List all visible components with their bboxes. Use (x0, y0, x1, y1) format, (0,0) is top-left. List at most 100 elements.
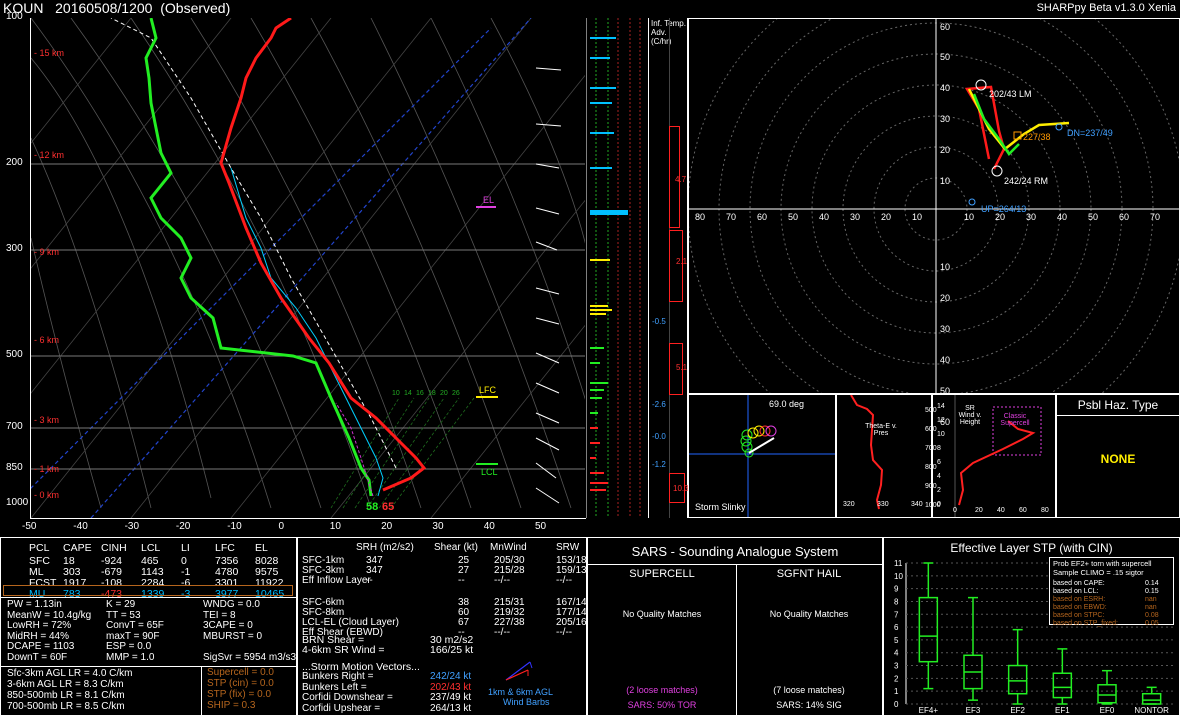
stp-y-tick: 8 (894, 597, 899, 606)
hodo-ring-label: 30 (1026, 212, 1037, 222)
thermo-cell: 1143 (141, 566, 164, 578)
thermo-index: MidRH = 44% (7, 630, 69, 642)
stp-legend-label: based on STP_fixed: (1053, 620, 1118, 627)
temperature-label: -50 (22, 521, 37, 532)
sfc-temperature: 65 (382, 501, 395, 513)
temperature-label: 40 (483, 521, 495, 532)
stp-box-ef0 (1097, 669, 1117, 705)
stp-box-ef4plus (918, 562, 939, 690)
sfc-dewpoint: 58 (366, 501, 379, 513)
hodo-ring-label: 40 (1057, 212, 1068, 222)
adv-value-8: 10.3 (673, 484, 689, 493)
isotherms (31, 18, 585, 518)
hodo-ring-label: 40 (819, 212, 830, 222)
hodo-ring-label: 10 (964, 212, 975, 222)
composite-index: Supercell = 0.0 (207, 667, 274, 678)
kin-cell: --/-- (494, 627, 511, 638)
motion-value: 237/49 kt (430, 692, 472, 703)
stp-category-label: NONTOR (1134, 706, 1169, 715)
dn-label: DN=237/49 (1067, 128, 1113, 138)
pressure-label: 200 (6, 157, 23, 168)
stp-legend-value: 0.14 (1145, 580, 1159, 587)
wind-barbs (535, 67, 562, 504)
sars-supercell-title: SUPERCELL (629, 568, 695, 580)
hodo-ring-label: 40 (940, 83, 951, 93)
barbs-caption-1: 1km & 6km AGL (488, 687, 554, 697)
srwind-title: SR Wind v. Height (958, 405, 982, 426)
lcl-label: LCL (481, 467, 498, 477)
height-label: - 12 km (34, 150, 65, 160)
hodo-ring-label: 30 (940, 324, 951, 334)
hazard-value: NONE (1100, 452, 1136, 466)
stp-legend-label: based on STPC: (1053, 612, 1105, 619)
thermo-cell: 7356 (215, 555, 239, 567)
adv-value-7: -1.2 (652, 460, 666, 469)
hodo-ring-label: 50 (1088, 212, 1099, 222)
composite-index: STP (fix) = 0.0 (207, 689, 272, 700)
hodo-ring-label: 20 (881, 212, 892, 222)
stp-box-ef2 (1007, 628, 1028, 705)
stp-category-label: EF3 (966, 706, 981, 715)
hodo-ring-label: 30 (850, 212, 861, 222)
slinky-title: Storm Slinky (695, 502, 746, 512)
skewt-diagram[interactable] (31, 18, 585, 518)
stp-y-tick: 6 (894, 623, 899, 632)
srwind-x-label: 0 (953, 507, 957, 514)
theta-x-label: 320 (843, 501, 855, 508)
classic-supercell-label: Classic Supercell (1000, 413, 1030, 427)
hodo-ring-label: 50 (788, 212, 799, 222)
height-label: - 0 km (34, 490, 60, 500)
el-label: EL (483, 195, 495, 205)
adv-value-2: 2.1 (676, 257, 688, 266)
stp-box-nontor (1141, 686, 1162, 705)
stp-legend-label: based on CAPE: (1053, 580, 1105, 587)
mixing-label: 26 (452, 390, 460, 397)
srwind46-value: 166/25 kt (430, 644, 474, 656)
kin-cell: --/-- (556, 627, 573, 638)
wetbulb-trace (230, 167, 384, 497)
skewt-xaxis (30, 518, 586, 519)
pressure-label: 1000 (6, 497, 29, 508)
theta-x-label: 330 (877, 501, 889, 508)
kin-header: MnWind (490, 542, 527, 553)
stp-category-label: EF0 (1100, 706, 1115, 715)
temperature-label: -40 (73, 521, 88, 532)
temperature-label: 20 (381, 521, 393, 532)
lapse-rate: 3-6km AGL LR = 8.3 C/km (7, 679, 124, 690)
obs-type: (Observed) (160, 0, 231, 16)
thermo-header: LI (181, 542, 190, 554)
adv-value-6: -0.0 (652, 432, 666, 441)
thermo-header: LCL (141, 542, 161, 554)
sars-title: SARS - Sounding Analogue System (631, 544, 839, 559)
temperature-label: -20 (175, 521, 191, 532)
wind-speed-column (586, 18, 641, 518)
adv-value-1: 4.7 (675, 175, 687, 184)
hodo-ring-label: 20 (940, 293, 951, 303)
stp-y-tick: 11 (894, 559, 903, 568)
mixing-label: 20 (440, 390, 448, 397)
stp-box-ef3 (963, 596, 983, 701)
srwind-y-label: 6 (937, 459, 941, 466)
srwind-y-label: 10 (937, 431, 945, 438)
hodograph-canvas (689, 19, 1179, 393)
height-label: - 6 km (34, 335, 60, 345)
stp-y-tick: 3 (894, 662, 899, 671)
thermo-cell: -924 (101, 555, 123, 567)
stp-category-label: EF1 (1055, 706, 1070, 715)
srwind-panel: SR Wind v. Height Classic Supercell 14 12… (932, 394, 1056, 518)
stp-legend-value: nan (1145, 596, 1157, 603)
hodograph-panel[interactable]: 202/43 LM 242/24 RM DN=237/49 UP=264/13 … (688, 18, 1180, 427)
srwind-x-label: 20 (975, 507, 983, 514)
adv-value-5: -2.6 (652, 400, 666, 409)
rm-label: 242/24 RM (1004, 176, 1049, 186)
mixing-label: 18 (428, 390, 436, 397)
thermo-cell: -1 (181, 566, 191, 578)
thermo-index: DownT = 60F (7, 651, 68, 663)
thermo-header: CINH (101, 542, 127, 554)
thermo-index: MMP = 1.0 (106, 651, 155, 663)
hodo-ring-label: 70 (1150, 212, 1161, 222)
kin-cell: Eff Inflow Layer (302, 575, 371, 586)
thermo-index: LowRH = 72% (7, 620, 72, 631)
stp-legend-label: based on LCL: (1053, 588, 1099, 595)
stp-y-tick: 5 (894, 636, 899, 645)
